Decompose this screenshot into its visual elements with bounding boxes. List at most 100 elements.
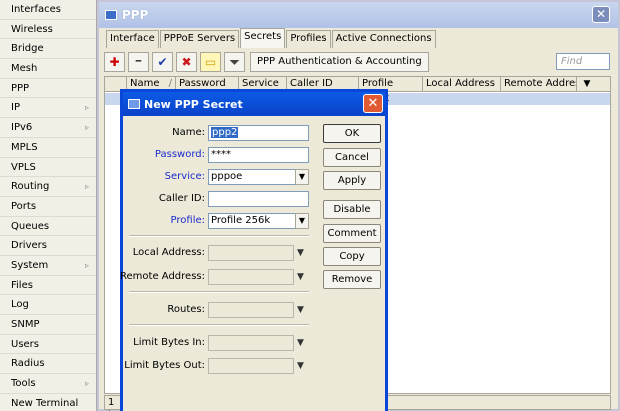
disable-button[interactable]: Disable <box>323 200 381 219</box>
sidebar-item-label: SNMP <box>11 319 40 330</box>
name-row: Name: ppp2 <box>123 125 323 141</box>
add-icon[interactable]: ✚ <box>104 52 125 72</box>
sidebar-item-drivers[interactable]: Drivers <box>0 236 96 256</box>
sidebar-item-label: Mesh <box>11 63 38 75</box>
profile-select[interactable]: Profile 256k <box>208 213 309 229</box>
sidebar-item-label: IP <box>11 102 20 114</box>
tab-secrets[interactable]: Secrets <box>240 28 286 48</box>
sidebar-item-snmp[interactable]: SNMP <box>0 315 96 335</box>
sidebar-item-interfaces[interactable]: Interfaces <box>0 0 96 20</box>
sidebar-item-vpls[interactable]: VPLS <box>0 158 96 178</box>
name-field[interactable]: ppp2 <box>208 125 309 141</box>
ppp-tabs: Interface PPPoE Servers Secrets Profiles… <box>106 28 437 48</box>
tab-pppoe-servers[interactable]: PPPoE Servers <box>159 30 240 48</box>
password-row: Password: **** <box>123 147 323 163</box>
column-name-label: Name <box>130 78 160 89</box>
copy-button[interactable]: Copy <box>323 247 381 266</box>
routes-row: Routes: ▼ <box>123 302 323 318</box>
divider <box>129 324 309 326</box>
limit-bytes-in-label: Limit Bytes In: <box>133 337 205 348</box>
sidebar-item-bridge[interactable]: Bridge <box>0 39 96 60</box>
sidebar-item-mesh[interactable]: Mesh <box>0 59 96 79</box>
sidebar-item-queues[interactable]: Queues <box>0 217 96 237</box>
disable-icon[interactable]: ✖ <box>176 52 197 72</box>
remove-button[interactable]: Remove <box>323 270 381 289</box>
sidebar-item-label: Drivers <box>11 240 47 252</box>
sidebar-item-label: Radius <box>11 358 45 370</box>
find-input[interactable]: Find <box>556 53 610 70</box>
ppp-window-titlebar[interactable]: PPP <box>99 2 618 28</box>
sidebar-item-mpls[interactable]: MPLS <box>0 138 96 158</box>
chevron-down-icon[interactable]: ▼ <box>297 245 304 261</box>
limit-bytes-out-row: Limit Bytes Out: ▼ <box>123 358 323 374</box>
chevron-down-icon[interactable]: ▼ <box>295 169 309 185</box>
local-address-field[interactable] <box>208 245 294 261</box>
remote-address-label: Remote Address: <box>120 271 205 282</box>
sidebar-item-users[interactable]: Users <box>0 335 96 355</box>
sidebar-item-log[interactable]: Log <box>0 295 96 315</box>
routes-field[interactable] <box>208 302 294 318</box>
limit-bytes-in-field[interactable] <box>208 335 294 351</box>
limit-bytes-out-field[interactable] <box>208 358 294 374</box>
password-label[interactable]: Password: <box>155 147 205 163</box>
divider <box>129 235 309 237</box>
window-icon <box>128 99 140 109</box>
enable-icon[interactable]: ✔ <box>152 52 173 72</box>
close-icon[interactable]: ✕ <box>363 94 383 113</box>
sidebar-item-label: VPLS <box>11 161 36 173</box>
chevron-down-icon[interactable]: ▼ <box>297 358 304 374</box>
password-field[interactable]: **** <box>208 147 309 163</box>
column-header-local-address[interactable]: Local Address <box>423 77 501 92</box>
sidebar-item-label: Ports <box>11 200 37 212</box>
service-row: Service: pppoe ▼ <box>123 169 323 185</box>
comment-button[interactable]: Comment <box>323 224 381 243</box>
close-icon[interactable]: ✕ <box>592 6 610 23</box>
sidebar-item-new-terminal[interactable]: New Terminal <box>0 394 96 411</box>
sidebar-item-wireless[interactable]: Wireless <box>0 20 96 40</box>
chevron-down-icon[interactable]: ▼ <box>297 335 304 351</box>
sidebar-item-label: Queues <box>11 220 50 232</box>
sidebar-item-radius[interactable]: Radius <box>0 354 96 375</box>
sidebar-item-label: PPP <box>11 82 30 94</box>
service-label[interactable]: Service: <box>165 169 205 185</box>
remote-address-field[interactable] <box>208 269 294 285</box>
column-menu-icon[interactable]: ▼ <box>577 77 597 92</box>
limit-bytes-in-row: Limit Bytes In: ▼ <box>123 335 323 351</box>
remove-icon[interactable]: ━ <box>128 52 149 72</box>
name-value: ppp2 <box>211 127 239 138</box>
column-header-remote-address[interactable]: Remote Address <box>501 77 577 92</box>
main-menu-sidebar: Interfaces Wireless Bridge Mesh PPP IP ▹ IPv6 ▹ M… <box>0 0 97 411</box>
tab-profiles[interactable]: Profiles <box>286 30 331 48</box>
ppp-toolbar: ✚ ━ ✔ ✖ ▭ ⏷ PPP Authentication & Account… <box>104 51 429 73</box>
submenu-arrow-icon: ▹ <box>84 260 89 270</box>
submenu-arrow-icon: ▹ <box>84 103 89 113</box>
sidebar-item-ports[interactable]: Ports <box>0 197 96 217</box>
sidebar-item-routing[interactable]: Routing ▹ <box>0 177 96 197</box>
sidebar-item-label: Interfaces <box>11 4 61 15</box>
caller-id-field[interactable] <box>208 191 309 207</box>
ok-button[interactable]: OK <box>323 124 381 143</box>
cancel-button[interactable]: Cancel <box>323 148 381 167</box>
sidebar-item-ipv6[interactable]: IPv6 ▹ <box>0 118 96 138</box>
remote-address-row: Remote Address: ▼ <box>120 269 323 285</box>
chevron-down-icon[interactable]: ▼ <box>297 302 304 318</box>
service-select[interactable]: pppoe <box>208 169 309 185</box>
dialog-titlebar[interactable]: New PPP Secret <box>123 92 385 116</box>
new-ppp-secret-dialog: New PPP Secret ✕ Name: ppp2 Password: **… <box>120 89 388 411</box>
apply-button[interactable]: Apply <box>323 171 381 190</box>
chevron-down-icon[interactable]: ▼ <box>297 269 304 285</box>
chevron-down-icon[interactable]: ▼ <box>295 213 309 229</box>
sidebar-item-system[interactable]: System ▹ <box>0 256 96 276</box>
sidebar-item-files[interactable]: Files <box>0 276 96 296</box>
sidebar-item-ip[interactable]: IP ▹ <box>0 98 96 119</box>
sidebar-item-label: Files <box>11 279 33 291</box>
filter-icon[interactable]: ⏷ <box>224 52 245 72</box>
ppp-authentication-accounting-button[interactable]: PPP Authentication & Accounting <box>250 52 429 72</box>
tab-interface[interactable]: Interface <box>106 30 159 48</box>
profile-label[interactable]: Profile: <box>171 213 205 229</box>
comment-icon[interactable]: ▭ <box>200 52 221 72</box>
caller-id-row: Caller ID: <box>123 191 323 207</box>
sidebar-item-tools[interactable]: Tools ▹ <box>0 374 96 394</box>
tab-active-connections[interactable]: Active Connections <box>331 30 436 48</box>
sidebar-item-ppp[interactable]: PPP <box>0 79 96 99</box>
